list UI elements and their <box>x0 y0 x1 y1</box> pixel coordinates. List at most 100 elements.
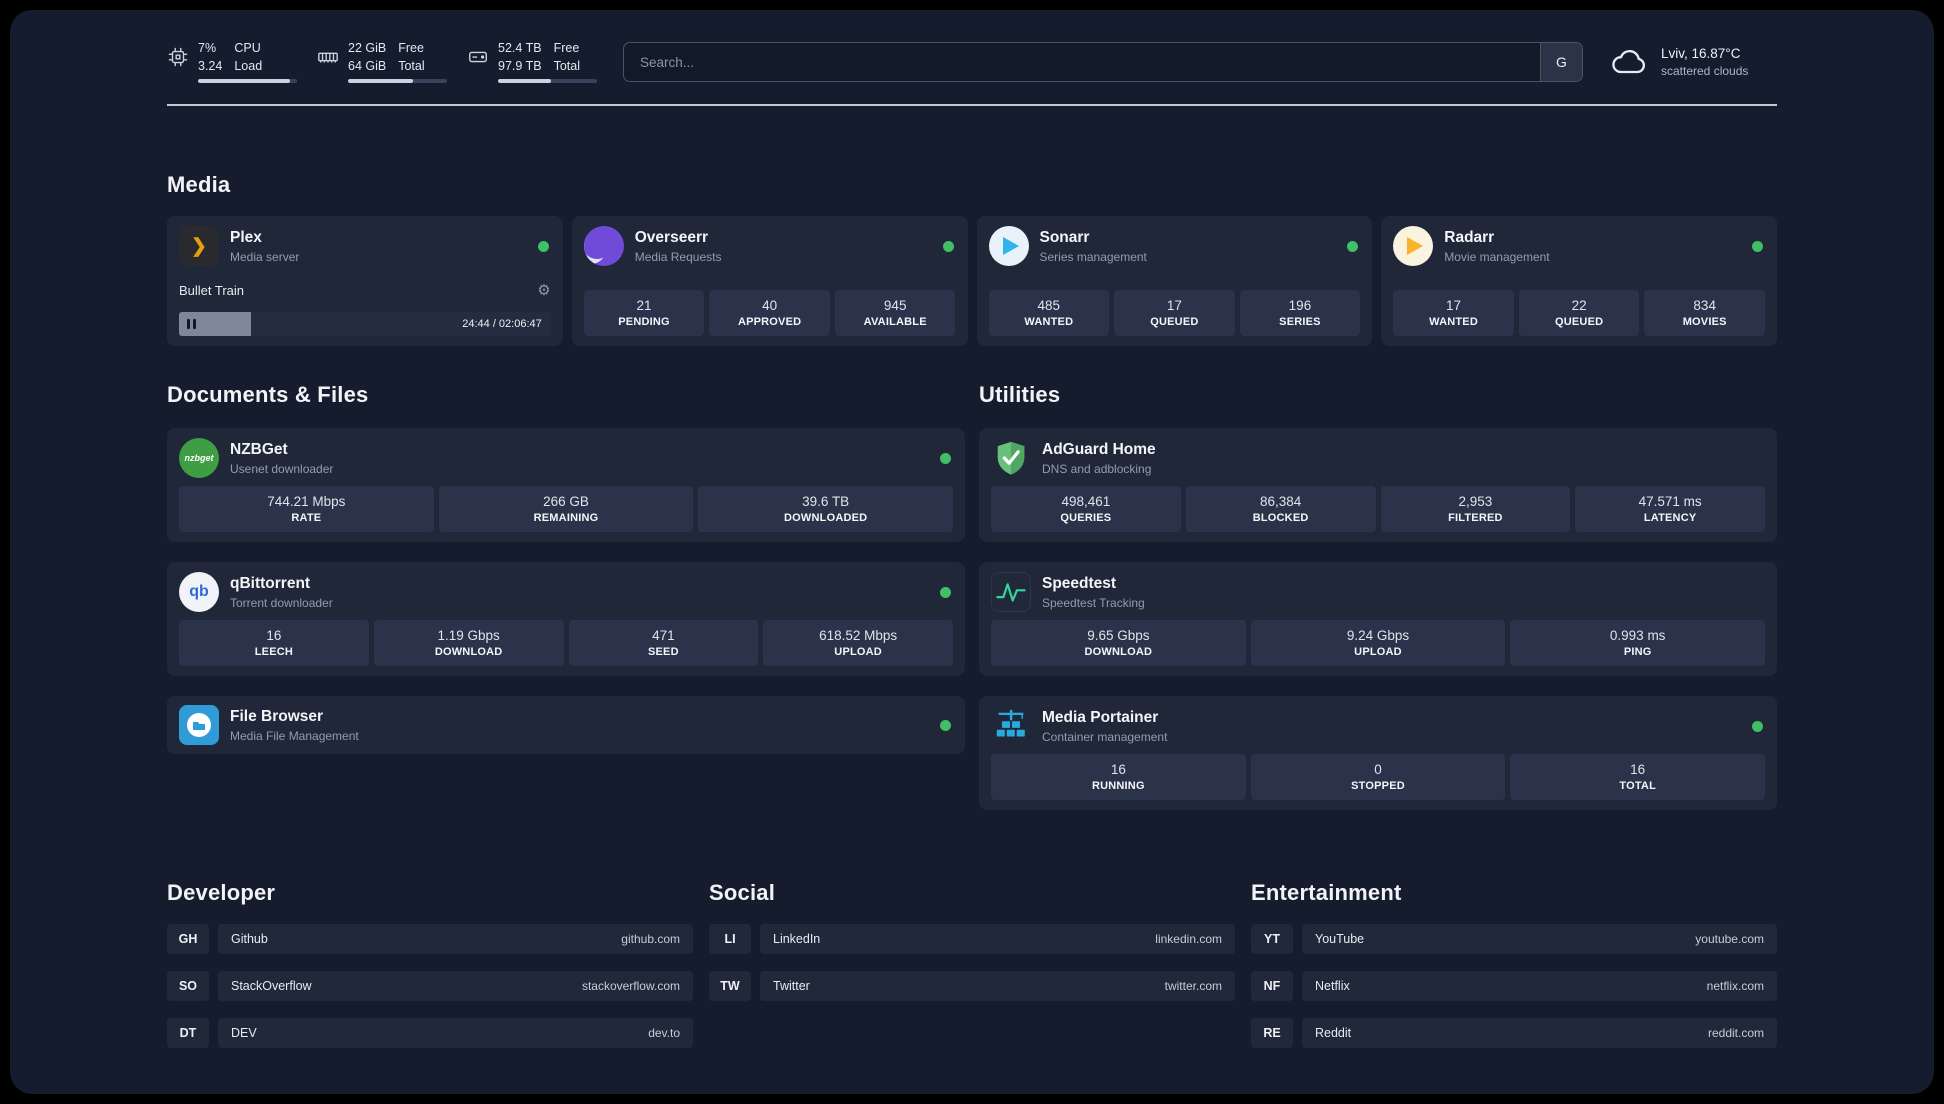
bookmark-youtube[interactable]: YT YouTube youtube.com <box>1251 924 1777 954</box>
stat-tile: 16 LEECH <box>179 620 369 666</box>
stat-label: QUERIES <box>1060 512 1112 524</box>
app-name: Sonarr <box>1039 228 1090 246</box>
disk-total-label: Total <box>553 58 580 73</box>
stat-label: LEECH <box>254 646 294 658</box>
status-dot <box>940 586 951 598</box>
search-input[interactable] <box>624 43 1540 81</box>
status-dot <box>537 240 549 252</box>
stat-value: 834 <box>1693 298 1716 313</box>
stat-label: LATENCY <box>1643 512 1697 524</box>
bookmark-url: linkedin.com <box>1155 932 1222 946</box>
bookmark-pill[interactable]: Github github.com <box>218 924 693 954</box>
stat-value: 618.52 Mbps <box>819 628 898 643</box>
cpu-labels: CPU Load <box>234 41 262 74</box>
app-card-sonarr[interactable]: Sonarr Series management 485 WANTED 17 QUE… <box>976 216 1373 346</box>
stat-tile: 9.65 Gbps DOWNLOAD <box>991 620 1246 666</box>
weather-text: Lviv, 16.87°C scattered clouds <box>1661 46 1748 78</box>
disk-free-value: 52.4 TB <box>498 40 542 55</box>
bookmark-pill[interactable]: Reddit reddit.com <box>1302 1018 1777 1048</box>
stat-value: 86,384 <box>1259 494 1302 509</box>
bookmark-pill[interactable]: LinkedIn linkedin.com <box>760 924 1235 954</box>
stat-label: PENDING <box>618 316 670 328</box>
stat-value: 744.21 Mbps <box>267 494 346 509</box>
stat-tile: 834 MOVIES <box>1644 290 1765 336</box>
bookmark-dev[interactable]: DT DEV dev.to <box>167 1018 693 1048</box>
stat-tile: 0 STOPPED <box>1250 754 1506 800</box>
portainer-crane-icon <box>991 706 1031 746</box>
stat-label: APPROVED <box>737 316 802 328</box>
ram-metric-body: 22 GiB 64 GiB Free Total <box>348 40 447 84</box>
cpu-label: CPU <box>234 40 261 55</box>
stat-tile: 618.52 Mbps UPLOAD <box>763 620 953 666</box>
section-title-documents: Documents & Files <box>167 382 369 407</box>
app-card-portainer[interactable]: Media Portainer Container management 16 R… <box>979 696 1777 810</box>
app-subtitle: DNS and adblocking <box>1042 461 1152 476</box>
bookmark-pill[interactable]: StackOverflow stackoverflow.com <box>218 971 693 1001</box>
bookmark-pill[interactable]: Twitter twitter.com <box>760 971 1235 1001</box>
linkedin-abbr-icon: LI <box>709 924 751 954</box>
stat-tile: 266 GB REMAINING <box>438 486 694 532</box>
bookmark-reddit[interactable]: RE Reddit reddit.com <box>1251 1018 1777 1048</box>
card-head: Media Portainer Container management <box>991 706 1765 746</box>
stat-value: 21 <box>636 298 652 313</box>
stat-label: SEED <box>647 646 679 658</box>
ram-bar <box>348 79 447 84</box>
stat-value: 1.19 Gbps <box>437 628 500 643</box>
ram-free-value: 22 GiB <box>348 40 387 55</box>
stat-value: 17 <box>1446 298 1462 313</box>
disk-labels: Free Total <box>554 41 580 74</box>
bookmark-rows: LI LinkedIn linkedin.com TW Twitter twit… <box>709 924 1235 1001</box>
app-name: File Browser <box>230 707 324 725</box>
ram-metric: 22 GiB 64 GiB Free Total <box>317 40 447 84</box>
stat-label: QUEUED <box>1150 316 1199 328</box>
app-card-plex[interactable]: ❯ Plex Media server Bullet Train ⚙ 24:44… <box>167 216 563 346</box>
bookmark-name: StackOverflow <box>231 979 312 993</box>
bookmark-github[interactable]: GH Github github.com <box>167 924 693 954</box>
app-card-speedtest[interactable]: Speedtest Speedtest Tracking 9.65 Gbps DO… <box>979 562 1777 676</box>
bookmark-linkedin[interactable]: LI LinkedIn linkedin.com <box>709 924 1235 954</box>
bookmark-netflix[interactable]: NF Netflix netflix.com <box>1251 971 1777 1001</box>
app-card-qbittorrent[interactable]: qb qBittorrent Torrent downloader 16 LEEC… <box>167 562 965 676</box>
stat-value: 9.24 Gbps <box>1346 628 1410 643</box>
stat-tile: 16 TOTAL <box>1510 754 1766 800</box>
search-engine-button[interactable]: G <box>1540 43 1582 81</box>
app-card-overseerr[interactable]: Overseerr Media Requests 21 PENDING 40 APP… <box>571 216 968 346</box>
stats-row: 9.65 Gbps DOWNLOAD 9.24 Gbps UPLOAD 0.993 … <box>991 620 1766 666</box>
app-card-radarr[interactable]: Radarr Movie management 17 WANTED 22 QUEUE… <box>1381 216 1777 346</box>
cpu-bar-fill <box>198 79 291 84</box>
bookmark-url: github.com <box>621 932 680 946</box>
stats-row: 16 RUNNING 0 STOPPED 16 TOTAL <box>991 754 1766 800</box>
system-metrics: 7% 3.24 CPU Load 22 GiB 64 GiB Free Tota… <box>167 40 597 84</box>
bookmark-url: twitter.com <box>1164 979 1222 993</box>
card-head: AdGuard Home DNS and adblocking <box>991 438 1765 478</box>
app-card-adguard[interactable]: AdGuard Home DNS and adblocking 498,461 Q… <box>979 428 1777 542</box>
app-name: Overseerr <box>634 228 709 246</box>
app-name: Radarr <box>1444 228 1495 246</box>
stat-label: WANTED <box>1024 316 1074 328</box>
app-titles: Radarr Movie management <box>1444 229 1741 264</box>
bookmark-pill[interactable]: Netflix netflix.com <box>1302 971 1777 1001</box>
gear-icon[interactable]: ⚙ <box>537 281 550 299</box>
stat-value: 17 <box>1166 298 1182 313</box>
bookmark-pill[interactable]: DEV dev.to <box>218 1018 693 1048</box>
stat-tile: 17 WANTED <box>1393 290 1514 336</box>
stackoverflow-abbr-icon: SO <box>167 971 209 1001</box>
stat-value: 39.6 TB <box>802 494 850 509</box>
pause-icon[interactable] <box>187 319 196 329</box>
stat-tile: 2,953 FILTERED <box>1380 486 1571 532</box>
status-dot <box>940 452 951 464</box>
bookmark-column-entertainment: Entertainment YT YouTube youtube.com NF … <box>1251 880 1777 1048</box>
playback-progress-bar[interactable]: 24:44 / 02:06:47 <box>179 312 551 336</box>
app-card-nzbget[interactable]: nzbget NZBGet Usenet downloader 744.21 M… <box>167 428 965 542</box>
bookmark-stackoverflow[interactable]: SO StackOverflow stackoverflow.com <box>167 971 693 1001</box>
stat-value: 47.571 ms <box>1638 494 1702 509</box>
sonarr-icon <box>988 226 1029 266</box>
app-subtitle: Torrent downloader <box>230 595 333 610</box>
dev-abbr-icon: DT <box>167 1018 209 1048</box>
bookmark-pill[interactable]: YouTube youtube.com <box>1302 924 1777 954</box>
stats-row: 498,461 QUERIES 86,384 BLOCKED 2,953 FILTER… <box>991 486 1765 532</box>
bookmark-twitter[interactable]: TW Twitter twitter.com <box>709 971 1235 1001</box>
app-card-filebrowser[interactable]: File Browser Media File Management <box>167 696 965 754</box>
playback-time: 24:44 / 02:06:47 <box>462 318 542 330</box>
stat-value: 16 <box>266 628 282 643</box>
